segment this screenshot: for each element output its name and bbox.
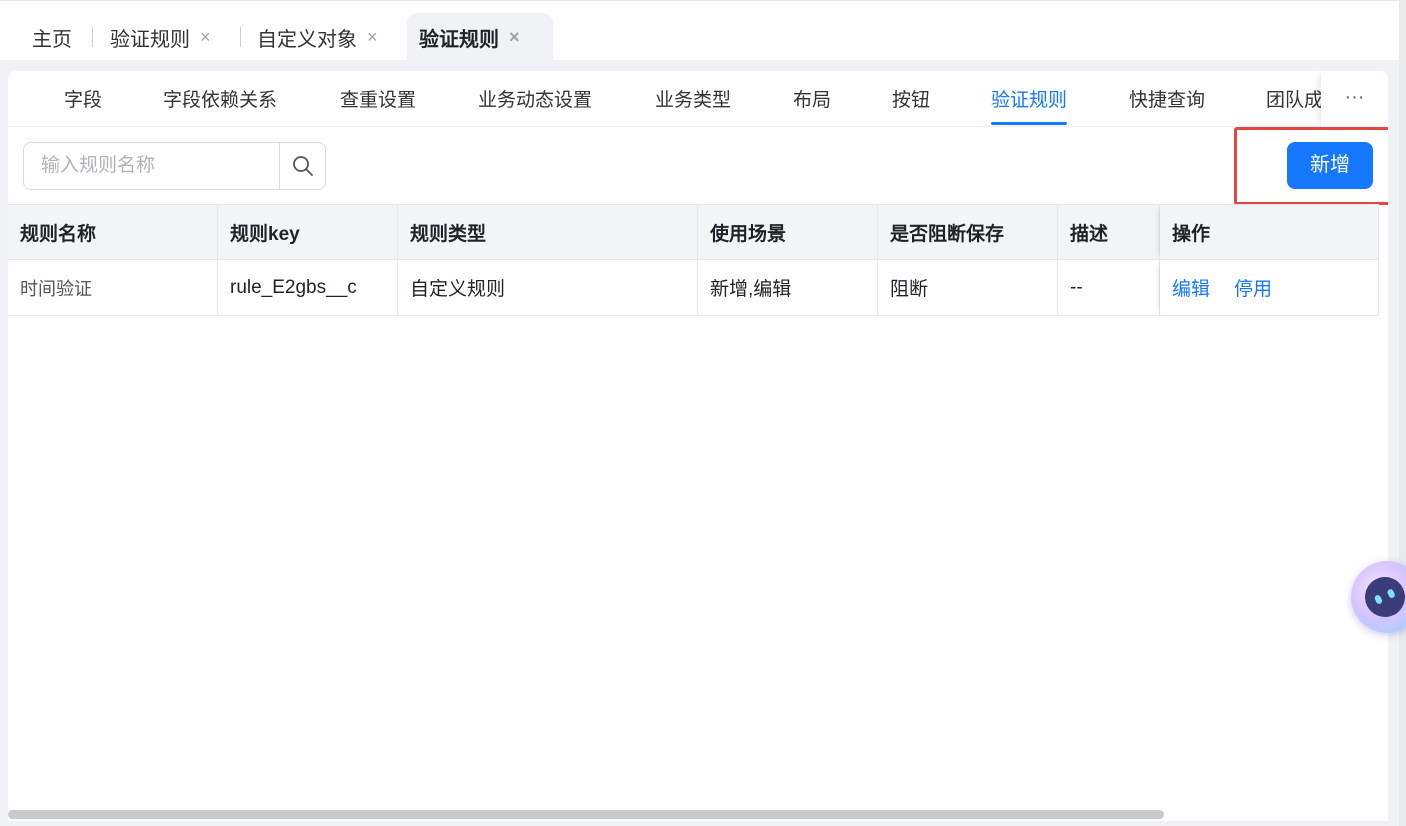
page-tab-label: 验证规则 [419,28,499,51]
column-header-type: 规则类型 [398,205,698,259]
cell-block-save: 阻断 [878,260,1058,315]
tab-fields[interactable]: 字段 [64,71,102,127]
search-button[interactable] [279,143,325,189]
page-tab-label: 主页 [32,28,72,51]
more-icon[interactable]: ··· [1321,71,1388,127]
tab-validation-rules[interactable]: 验证规则 [991,71,1068,127]
assistant-eye [1386,588,1396,599]
tab-quick-query[interactable]: 快捷查询 [1129,71,1205,127]
disable-link[interactable]: 停用 [1234,274,1272,301]
page-tab-home[interactable]: 主页 [20,13,84,61]
tab-buttons[interactable]: 按钮 [892,71,930,127]
search-input[interactable] [24,143,279,189]
table-header-row: 规则名称 规则key 规则类型 使用场景 是否阻断保存 描述 操作 [8,204,1379,260]
table-row: 时间验证 rule_E2gbs__c 自定义规则 新增,编辑 阻断 -- 编辑 … [8,260,1379,316]
page-tab-bar: 主页 验证规则 × 自定义对象 × 验证规则 × [0,0,1400,61]
tab-team-members[interactable]: 团队成员 [1266,71,1326,127]
cell-rule-type: 自定义规则 [398,260,698,315]
page-tab-validation-rules-active[interactable]: 验证规则 × [407,13,553,61]
close-icon[interactable]: × [200,28,211,46]
sub-tab-bar: 字段 字段依赖关系 查重设置 业务动态设置 业务类型 布局 按钮 验证规则 快捷… [8,71,1388,127]
search-icon [292,156,313,176]
content-card: 字段 字段依赖关系 查重设置 业务动态设置 业务类型 布局 按钮 验证规则 快捷… [8,71,1388,821]
cell-description: -- [1058,260,1160,315]
tab-divider [92,27,93,47]
column-header-key: 规则key [218,205,398,259]
page-tab-custom-object[interactable]: 自定义对象 × [245,13,390,61]
page-tab-label: 自定义对象 [257,28,357,51]
column-header-block-save: 是否阻断保存 [878,205,1058,259]
assistant-eye [1373,594,1384,605]
close-icon[interactable]: × [509,28,520,46]
column-header-name: 规则名称 [8,205,218,259]
add-button[interactable]: 新增 [1287,142,1373,189]
vertical-scrollbar[interactable] [1399,0,1406,826]
column-header-scene: 使用场景 [698,205,878,259]
rules-table: 规则名称 规则key 规则类型 使用场景 是否阻断保存 描述 操作 时间验证 r… [8,204,1379,316]
column-header-actions: 操作 [1160,205,1379,259]
horizontal-scrollbar[interactable] [8,810,1164,819]
sub-tab-scroll-area: 字段 字段依赖关系 查重设置 业务动态设置 业务类型 布局 按钮 验证规则 快捷… [8,71,1326,127]
close-icon[interactable]: × [367,28,378,46]
column-header-description: 描述 [1058,205,1160,259]
page-tab-label: 验证规则 [110,28,190,51]
page-tab-validation-rules[interactable]: 验证规则 × [98,13,223,61]
tab-layout[interactable]: 布局 [793,71,831,127]
tab-business-dynamic-settings[interactable]: 业务动态设置 [478,71,592,127]
search-box [23,142,326,190]
table-edge [1378,204,1379,316]
tab-divider [240,27,241,47]
assistant-face [1358,570,1406,624]
tab-business-types[interactable]: 业务类型 [655,71,731,127]
tab-duplicate-settings[interactable]: 查重设置 [340,71,416,127]
tab-field-dependencies[interactable]: 字段依赖关系 [163,71,277,127]
cell-actions: 编辑 停用 [1160,260,1379,315]
cell-rule-key: rule_E2gbs__c [218,260,398,315]
cell-rule-name: 时间验证 [8,260,218,315]
cell-usage-scene: 新增,编辑 [698,260,878,315]
edit-link[interactable]: 编辑 [1172,274,1210,301]
